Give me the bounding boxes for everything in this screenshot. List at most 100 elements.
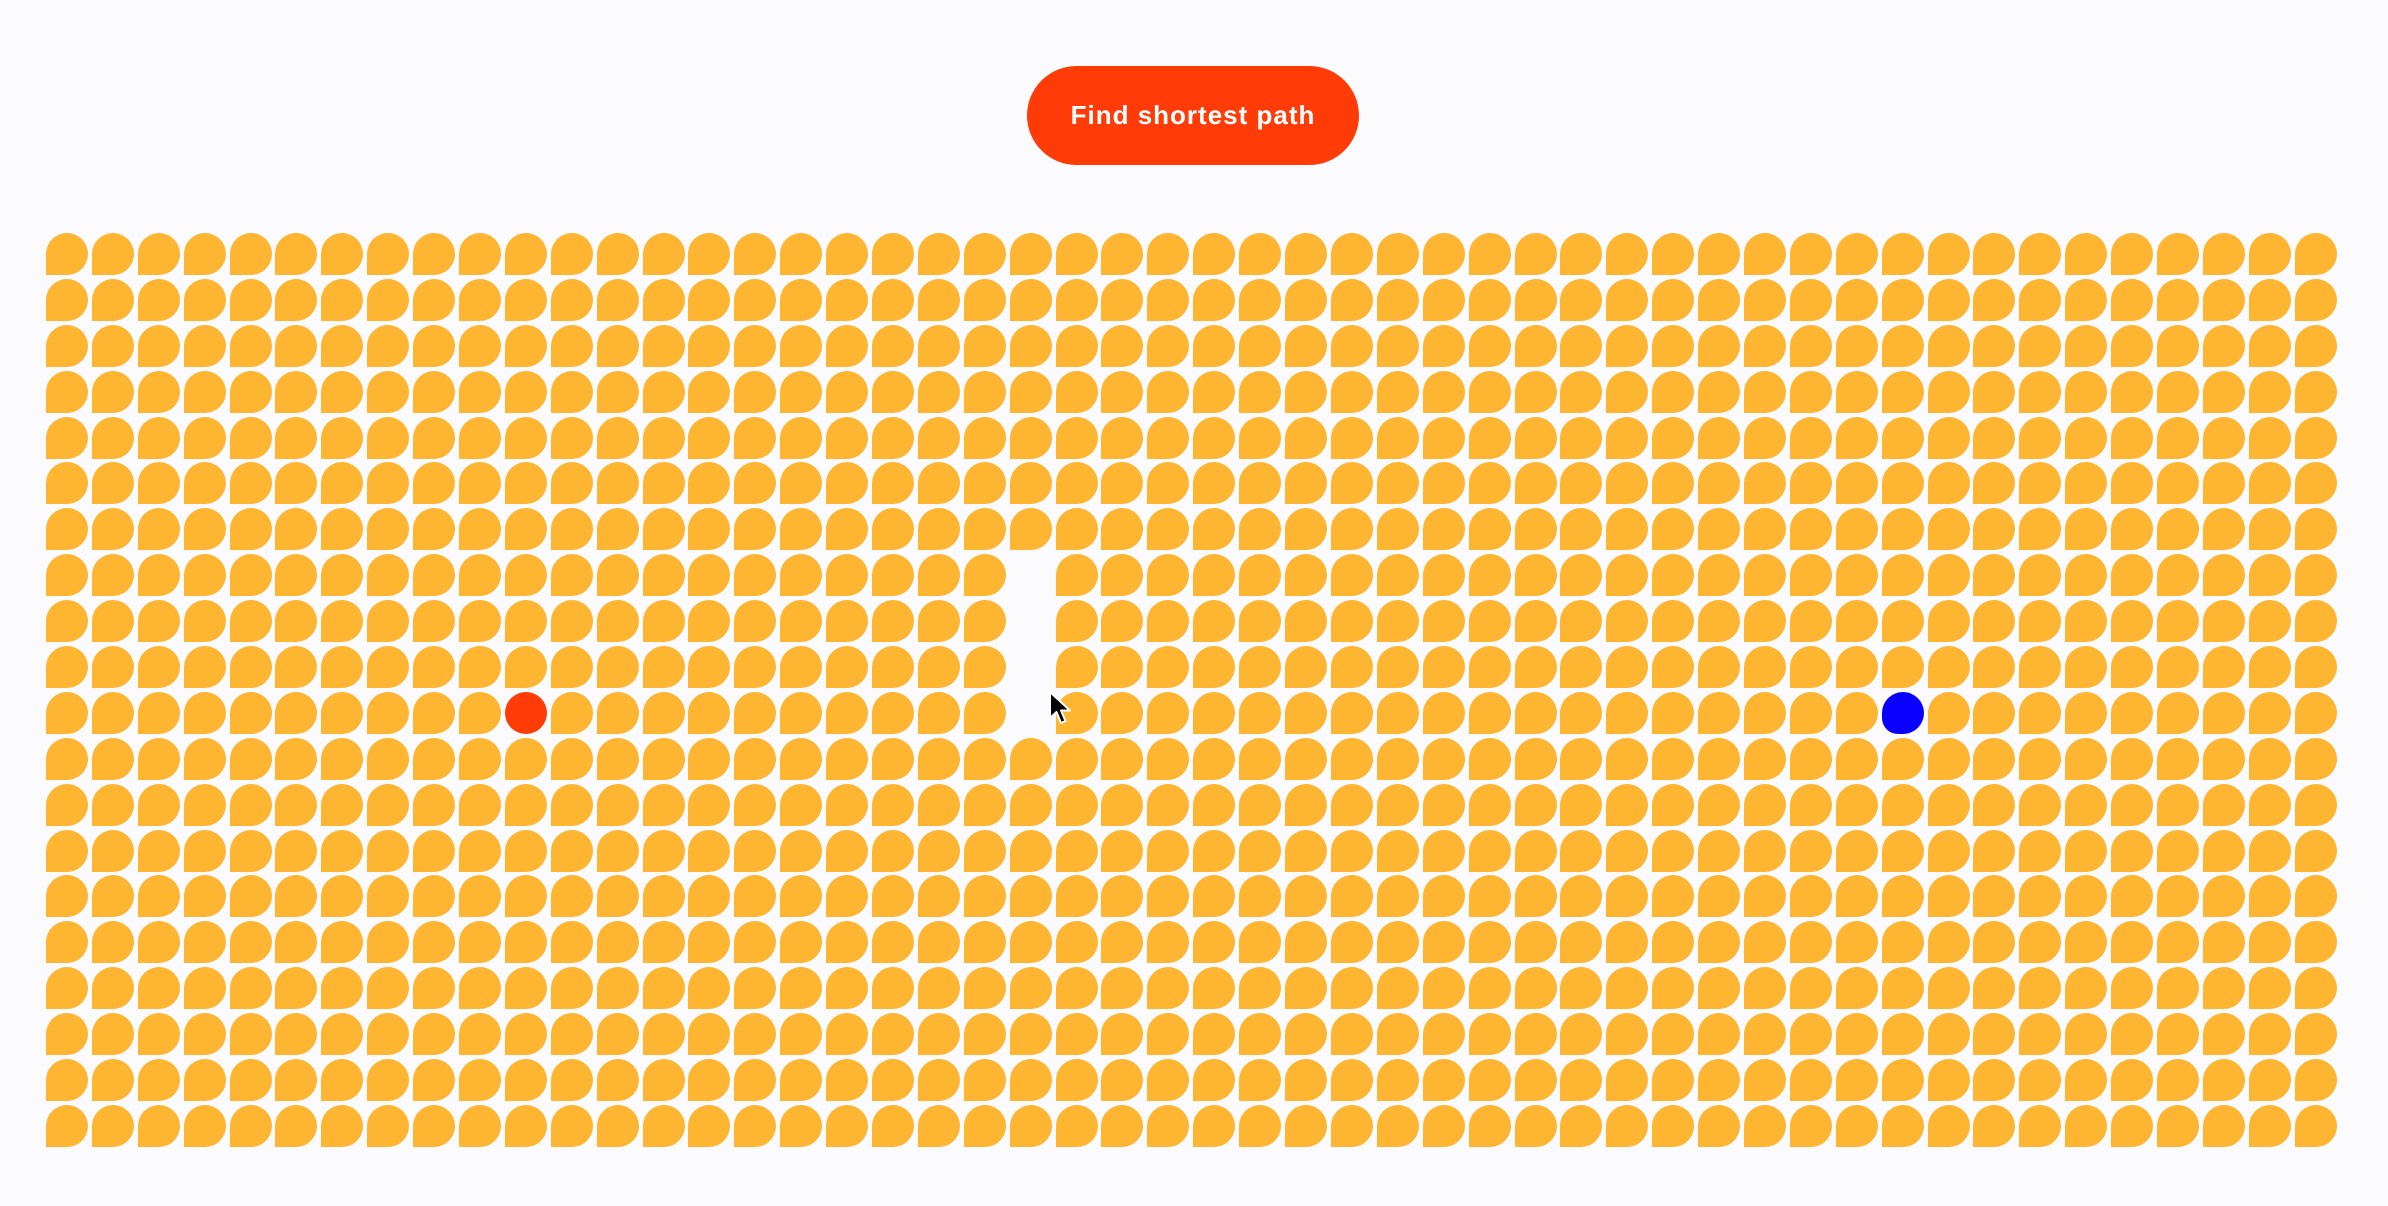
grid-cell[interactable]: [780, 462, 823, 505]
grid-cell[interactable]: [1422, 278, 1465, 321]
grid-cell[interactable]: [917, 600, 960, 643]
grid-cell[interactable]: [1239, 600, 1282, 643]
grid-cell[interactable]: [183, 370, 226, 413]
grid-cell[interactable]: [1973, 1013, 2016, 1056]
grid-cell[interactable]: [2156, 646, 2199, 689]
grid-cell[interactable]: [504, 233, 547, 275]
grid-cell[interactable]: [413, 233, 456, 275]
grid-cell[interactable]: [872, 737, 915, 780]
grid-cell[interactable]: [1789, 737, 1832, 780]
grid-cell[interactable]: [1652, 691, 1695, 734]
grid-cell[interactable]: [1560, 278, 1603, 321]
grid-cell[interactable]: [2156, 967, 2199, 1010]
grid-cell[interactable]: [229, 324, 272, 367]
grid-cell[interactable]: [1698, 600, 1741, 643]
grid-cell[interactable]: [2294, 508, 2337, 551]
grid-cell[interactable]: [1835, 324, 1878, 367]
grid-cell[interactable]: [2248, 691, 2291, 734]
grid-cell[interactable]: [1239, 921, 1282, 964]
grid-cell[interactable]: [1560, 646, 1603, 689]
grid-cell[interactable]: [2156, 1104, 2199, 1147]
grid-cell[interactable]: [1606, 921, 1649, 964]
grid-cell[interactable]: [1468, 646, 1511, 689]
grid-cell[interactable]: [2111, 233, 2154, 275]
grid-cell[interactable]: [321, 416, 364, 459]
grid-cell[interactable]: [872, 233, 915, 275]
grid-cell[interactable]: [1881, 783, 1924, 826]
grid-cell[interactable]: [2019, 1013, 2062, 1056]
grid-cell[interactable]: [91, 967, 134, 1010]
grid-cell[interactable]: [1743, 278, 1786, 321]
grid-cell[interactable]: [2019, 370, 2062, 413]
grid-cell[interactable]: [917, 508, 960, 551]
grid-cell[interactable]: [46, 737, 88, 780]
grid-cell[interactable]: [688, 1104, 731, 1147]
grid-cell[interactable]: [1560, 1013, 1603, 1056]
grid-cell[interactable]: [1101, 324, 1144, 367]
grid-cell[interactable]: [46, 370, 88, 413]
grid-cell[interactable]: [872, 1104, 915, 1147]
grid-cell[interactable]: [2248, 1059, 2291, 1102]
grid-cell[interactable]: [1055, 508, 1098, 551]
grid-cell[interactable]: [459, 508, 502, 551]
wall-cell[interactable]: [1010, 600, 1052, 642]
grid-cell[interactable]: [459, 1104, 502, 1147]
grid-cell[interactable]: [1468, 691, 1511, 734]
grid-cell[interactable]: [1606, 737, 1649, 780]
grid-cell[interactable]: [1422, 600, 1465, 643]
grid-cell[interactable]: [642, 921, 685, 964]
grid-cell[interactable]: [2019, 691, 2062, 734]
grid-cell[interactable]: [550, 600, 593, 643]
grid-cell[interactable]: [1514, 646, 1557, 689]
grid-cell[interactable]: [642, 967, 685, 1010]
grid-cell[interactable]: [1652, 600, 1695, 643]
grid-cell[interactable]: [1101, 278, 1144, 321]
grid-cell[interactable]: [2294, 691, 2337, 734]
grid-cell[interactable]: [1789, 1104, 1832, 1147]
grid-cell[interactable]: [1927, 1059, 1970, 1102]
grid-cell[interactable]: [91, 554, 134, 597]
grid-cell[interactable]: [2248, 462, 2291, 505]
grid-cell[interactable]: [1193, 1104, 1236, 1147]
grid-cell[interactable]: [872, 370, 915, 413]
grid-cell[interactable]: [2294, 921, 2337, 964]
grid-cell[interactable]: [504, 967, 547, 1010]
grid-cell[interactable]: [734, 691, 777, 734]
grid-cell[interactable]: [229, 646, 272, 689]
grid-cell[interactable]: [826, 1059, 869, 1102]
grid-cell[interactable]: [1376, 1013, 1419, 1056]
grid-cell[interactable]: [2019, 324, 2062, 367]
grid-cell[interactable]: [1468, 875, 1511, 918]
grid-cell[interactable]: [1927, 646, 1970, 689]
grid-cell[interactable]: [1743, 1059, 1786, 1102]
grid-cell[interactable]: [1789, 829, 1832, 872]
grid-cell[interactable]: [780, 691, 823, 734]
grid-cell[interactable]: [1009, 462, 1052, 505]
grid-cell[interactable]: [2294, 462, 2337, 505]
grid-cell[interactable]: [459, 829, 502, 872]
grid-cell[interactable]: [1789, 967, 1832, 1010]
grid-cell[interactable]: [1698, 233, 1741, 275]
grid-cell[interactable]: [91, 1013, 134, 1056]
grid-cell[interactable]: [917, 967, 960, 1010]
grid-cell[interactable]: [2248, 370, 2291, 413]
grid-cell[interactable]: [46, 646, 88, 689]
grid-cell[interactable]: [1652, 783, 1695, 826]
find-shortest-path-button[interactable]: Find shortest path: [1027, 66, 1359, 165]
grid-cell[interactable]: [2065, 508, 2108, 551]
grid-cell[interactable]: [1193, 967, 1236, 1010]
grid-cell[interactable]: [780, 1059, 823, 1102]
grid-cell[interactable]: [504, 1013, 547, 1056]
grid-cell[interactable]: [1973, 1104, 2016, 1147]
grid-cell[interactable]: [1468, 783, 1511, 826]
grid-cell[interactable]: [1606, 233, 1649, 275]
grid-cell[interactable]: [2294, 967, 2337, 1010]
grid-cell[interactable]: [826, 554, 869, 597]
grid-cell[interactable]: [1055, 462, 1098, 505]
grid-cell[interactable]: [137, 921, 180, 964]
grid-cell[interactable]: [2156, 416, 2199, 459]
grid-cell[interactable]: [1927, 416, 1970, 459]
grid-cell[interactable]: [1927, 875, 1970, 918]
grid-cell[interactable]: [963, 233, 1006, 275]
grid-cell[interactable]: [2156, 370, 2199, 413]
